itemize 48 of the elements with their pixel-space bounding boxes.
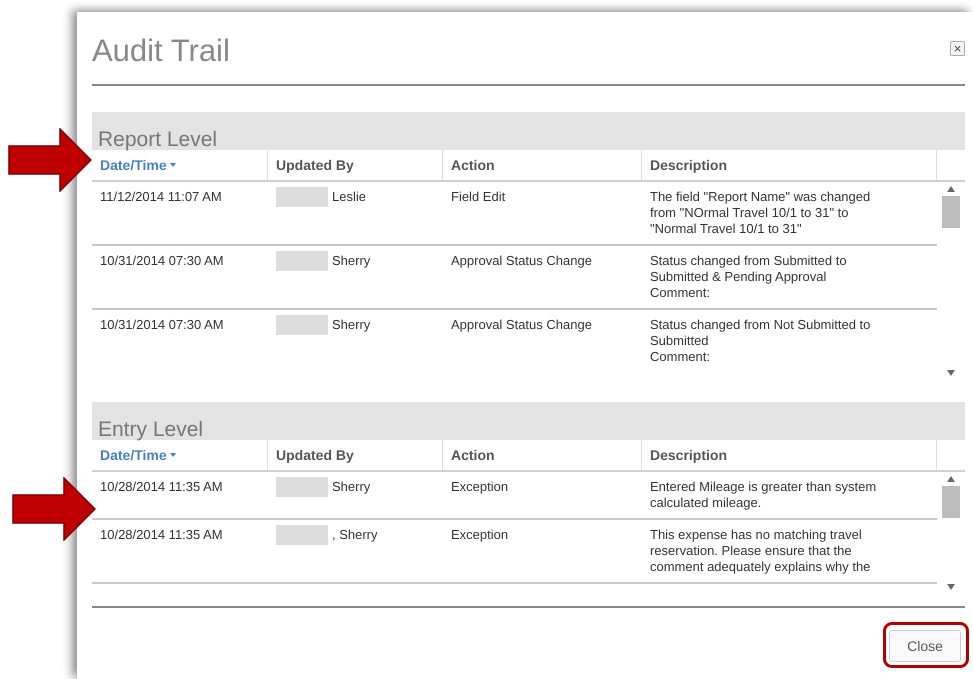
sort-caret-icon — [170, 163, 176, 167]
date-time-cell: 10/31/2014 07:30 AM — [100, 317, 224, 332]
updated-by-cell: , Sherry — [332, 527, 378, 543]
description-cell: This expense has no matching travel reservation. Please ensure that the comment adequately explains why the — [650, 527, 870, 574]
redaction-bar — [276, 315, 328, 335]
action-cell: Field Edit — [451, 189, 506, 204]
column-header[interactable]: Date/Time — [100, 447, 167, 463]
scroll-down-icon[interactable] — [947, 370, 955, 376]
action-cell: Exception — [451, 527, 508, 542]
scrollbar-thumb[interactable] — [942, 486, 960, 518]
action-cell: Exception — [451, 479, 508, 494]
date-time-cell: 10/28/2014 11:35 AM — [100, 479, 223, 494]
section-title: Entry Level — [97, 418, 204, 442]
updated-by-cell: Sherry — [332, 479, 370, 495]
column-header[interactable]: Action — [451, 447, 495, 463]
column-header[interactable]: Updated By — [276, 157, 354, 173]
action-cell: Approval Status Change — [451, 317, 592, 332]
description-cell: Status changed from Not Submitted to Submitted Comment: — [650, 317, 870, 364]
redaction-bar — [276, 187, 328, 207]
date-time-cell: 10/28/2014 11:35 AM — [100, 527, 223, 542]
description-cell: Status changed from Submitted to Submitted & Pending Approval Comment: — [650, 253, 847, 300]
sort-caret-icon — [170, 453, 176, 457]
date-time-cell: 10/31/2014 07:30 AM — [100, 253, 224, 268]
window-title: Audit Trail — [92, 32, 230, 69]
column-header[interactable]: Action — [451, 157, 495, 173]
redaction-bar — [276, 251, 328, 271]
close-icon[interactable]: × — [950, 40, 965, 56]
column-header[interactable]: Date/Time — [100, 157, 167, 173]
column-header[interactable]: Description — [650, 447, 728, 463]
updated-by-cell: Sherry — [332, 253, 370, 269]
column-header[interactable]: Updated By — [276, 447, 354, 463]
redaction-bar — [276, 477, 328, 497]
redaction-bar — [276, 525, 328, 545]
arrow-icon — [12, 477, 96, 541]
updated-by-cell: Leslie — [332, 189, 366, 205]
scrollbar-thumb[interactable] — [942, 196, 960, 228]
description-cell: The field "Report Name" was changed from "NOrmal Travel 10/1 to 31" to "Normal Travel 10/1 to 31" — [650, 189, 870, 236]
section-title: Report Level — [97, 128, 218, 152]
description-cell: Entered Mileage is greater than system calculated mileage. — [650, 479, 876, 510]
action-cell: Approval Status Change — [451, 253, 592, 268]
scroll-up-icon[interactable] — [947, 476, 955, 482]
close-button[interactable]: Close — [889, 630, 961, 662]
scroll-up-icon[interactable] — [947, 186, 955, 192]
arrow-icon — [8, 128, 92, 192]
scroll-down-icon[interactable] — [947, 584, 955, 590]
updated-by-cell: Sherry — [332, 317, 370, 333]
column-header[interactable]: Description — [650, 157, 728, 173]
date-time-cell: 11/12/2014 11:07 AM — [100, 189, 222, 204]
